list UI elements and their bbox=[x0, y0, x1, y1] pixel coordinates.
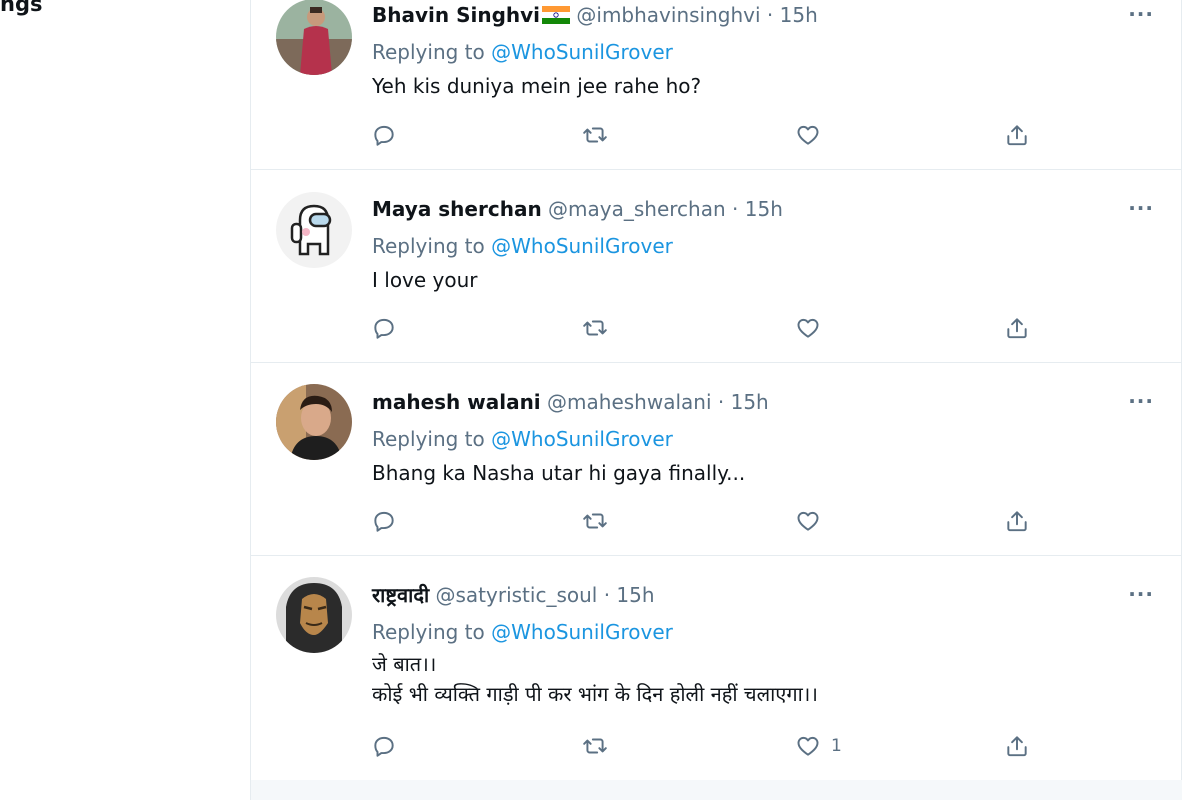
share-icon bbox=[1004, 122, 1030, 148]
tweet-text-line: I love your bbox=[372, 268, 478, 292]
more-icon[interactable]: ··· bbox=[1128, 198, 1154, 218]
replying-mention[interactable]: @WhoSunilGrover bbox=[491, 234, 673, 258]
replying-label: Replying to bbox=[372, 620, 492, 644]
reply-button[interactable] bbox=[371, 313, 397, 343]
replying-label: Replying to bbox=[372, 40, 492, 64]
tweet-text-line: जे बात।। bbox=[372, 652, 437, 676]
tweet-text-line: Yeh kis duniya mein jee rahe ho? bbox=[372, 74, 702, 98]
author-handle[interactable]: @imbhavinsinghvi bbox=[576, 3, 760, 27]
retweet-button[interactable] bbox=[582, 120, 608, 150]
separator-dot: · bbox=[603, 583, 611, 607]
tweet[interactable]: mahesh walani @maheshwalani · 15h ··· Re… bbox=[251, 363, 1182, 556]
avatar[interactable] bbox=[276, 577, 352, 653]
share-icon bbox=[1004, 508, 1030, 534]
tweet-text: Bhang ka Nasha utar hi gaya finally... bbox=[372, 458, 745, 488]
action-bar bbox=[251, 120, 1182, 150]
like-icon bbox=[795, 733, 821, 759]
reply-icon bbox=[371, 315, 397, 341]
reply-icon bbox=[371, 508, 397, 534]
separator-dot: · bbox=[766, 3, 774, 27]
replying-mention[interactable]: @WhoSunilGrover bbox=[491, 620, 673, 644]
like-button[interactable] bbox=[795, 120, 831, 150]
share-button[interactable] bbox=[1004, 120, 1030, 150]
retweet-button[interactable] bbox=[582, 313, 608, 343]
avatar[interactable] bbox=[276, 0, 352, 75]
retweet-icon bbox=[582, 315, 608, 341]
retweet-icon bbox=[582, 122, 608, 148]
replying-label: Replying to bbox=[372, 427, 492, 451]
replying-mention[interactable]: @WhoSunilGrover bbox=[491, 40, 673, 64]
share-button[interactable] bbox=[1004, 506, 1030, 536]
share-button[interactable] bbox=[1004, 313, 1030, 343]
india-flag-icon bbox=[542, 5, 571, 29]
share-button[interactable] bbox=[1004, 731, 1030, 761]
timestamp[interactable]: 15h bbox=[616, 583, 654, 607]
reply-icon bbox=[371, 122, 397, 148]
timestamp[interactable]: 15h bbox=[745, 197, 783, 221]
tweet-text: Yeh kis duniya mein jee rahe ho? bbox=[372, 71, 701, 101]
author-handle[interactable]: @maheshwalani bbox=[547, 390, 711, 414]
replying-mention[interactable]: @WhoSunilGrover bbox=[491, 427, 673, 451]
share-icon bbox=[1004, 315, 1030, 341]
retweet-icon bbox=[582, 508, 608, 534]
tweet-text: जे बात।। कोई भी व्यक्ति गाड़ी पी कर भांग… bbox=[372, 649, 818, 709]
like-button[interactable]: 1 bbox=[795, 731, 842, 761]
tweet[interactable]: राष्ट्रवादी @satyristic_soul · 15h ··· R… bbox=[251, 556, 1182, 781]
timestamp[interactable]: 15h bbox=[780, 3, 818, 27]
avatar[interactable] bbox=[276, 384, 352, 460]
retweet-button[interactable] bbox=[582, 506, 608, 536]
action-bar: 1 bbox=[251, 731, 1182, 761]
tweet-text-line: कोई भी व्यक्ति गाड़ी पी कर भांग के दिन ह… bbox=[372, 682, 818, 706]
reply-icon bbox=[371, 733, 397, 759]
author-name[interactable]: राष्ट्रवादी bbox=[372, 583, 429, 607]
feed-bottom-strip bbox=[251, 780, 1182, 800]
like-icon bbox=[795, 315, 821, 341]
retweet-button[interactable] bbox=[582, 731, 608, 761]
action-bar bbox=[251, 313, 1182, 343]
tweet-text-line: Bhang ka Nasha utar hi gaya finally... bbox=[372, 461, 746, 485]
sidebar-heading-fragment: ngs bbox=[0, 0, 43, 16]
more-icon[interactable]: ··· bbox=[1128, 391, 1154, 411]
retweet-icon bbox=[582, 733, 608, 759]
action-bar bbox=[251, 506, 1182, 536]
reply-button[interactable] bbox=[371, 120, 397, 150]
author-name[interactable]: Maya sherchan bbox=[372, 197, 542, 221]
separator-dot: · bbox=[717, 390, 725, 414]
more-icon[interactable]: ··· bbox=[1128, 4, 1154, 24]
author-name[interactable]: Bhavin Singhvi bbox=[372, 3, 540, 27]
replying-label: Replying to bbox=[372, 234, 492, 258]
tweet-text: I love your bbox=[372, 265, 478, 295]
share-icon bbox=[1004, 733, 1030, 759]
author-handle[interactable]: @maya_sherchan bbox=[548, 197, 726, 221]
separator-dot: · bbox=[732, 197, 739, 221]
tweet[interactable]: Bhavin Singhvi @imbhavinsinghvi · 15h ··… bbox=[251, 0, 1182, 170]
like-button[interactable] bbox=[795, 506, 831, 536]
like-button[interactable] bbox=[795, 313, 831, 343]
timestamp[interactable]: 15h bbox=[731, 390, 769, 414]
like-icon bbox=[795, 508, 821, 534]
tweet[interactable]: Maya sherchan @maya_sherchan · 15h ··· R… bbox=[251, 170, 1182, 363]
like-count: 1 bbox=[831, 736, 842, 756]
reply-feed: Bhavin Singhvi @imbhavinsinghvi · 15h ··… bbox=[250, 0, 1182, 800]
reply-button[interactable] bbox=[371, 506, 397, 536]
more-icon[interactable]: ··· bbox=[1128, 584, 1154, 604]
author-handle[interactable]: @satyristic_soul bbox=[436, 583, 598, 607]
reply-button[interactable] bbox=[371, 731, 397, 761]
avatar[interactable] bbox=[276, 192, 352, 268]
author-name[interactable]: mahesh walani bbox=[372, 390, 541, 414]
like-icon bbox=[795, 122, 821, 148]
